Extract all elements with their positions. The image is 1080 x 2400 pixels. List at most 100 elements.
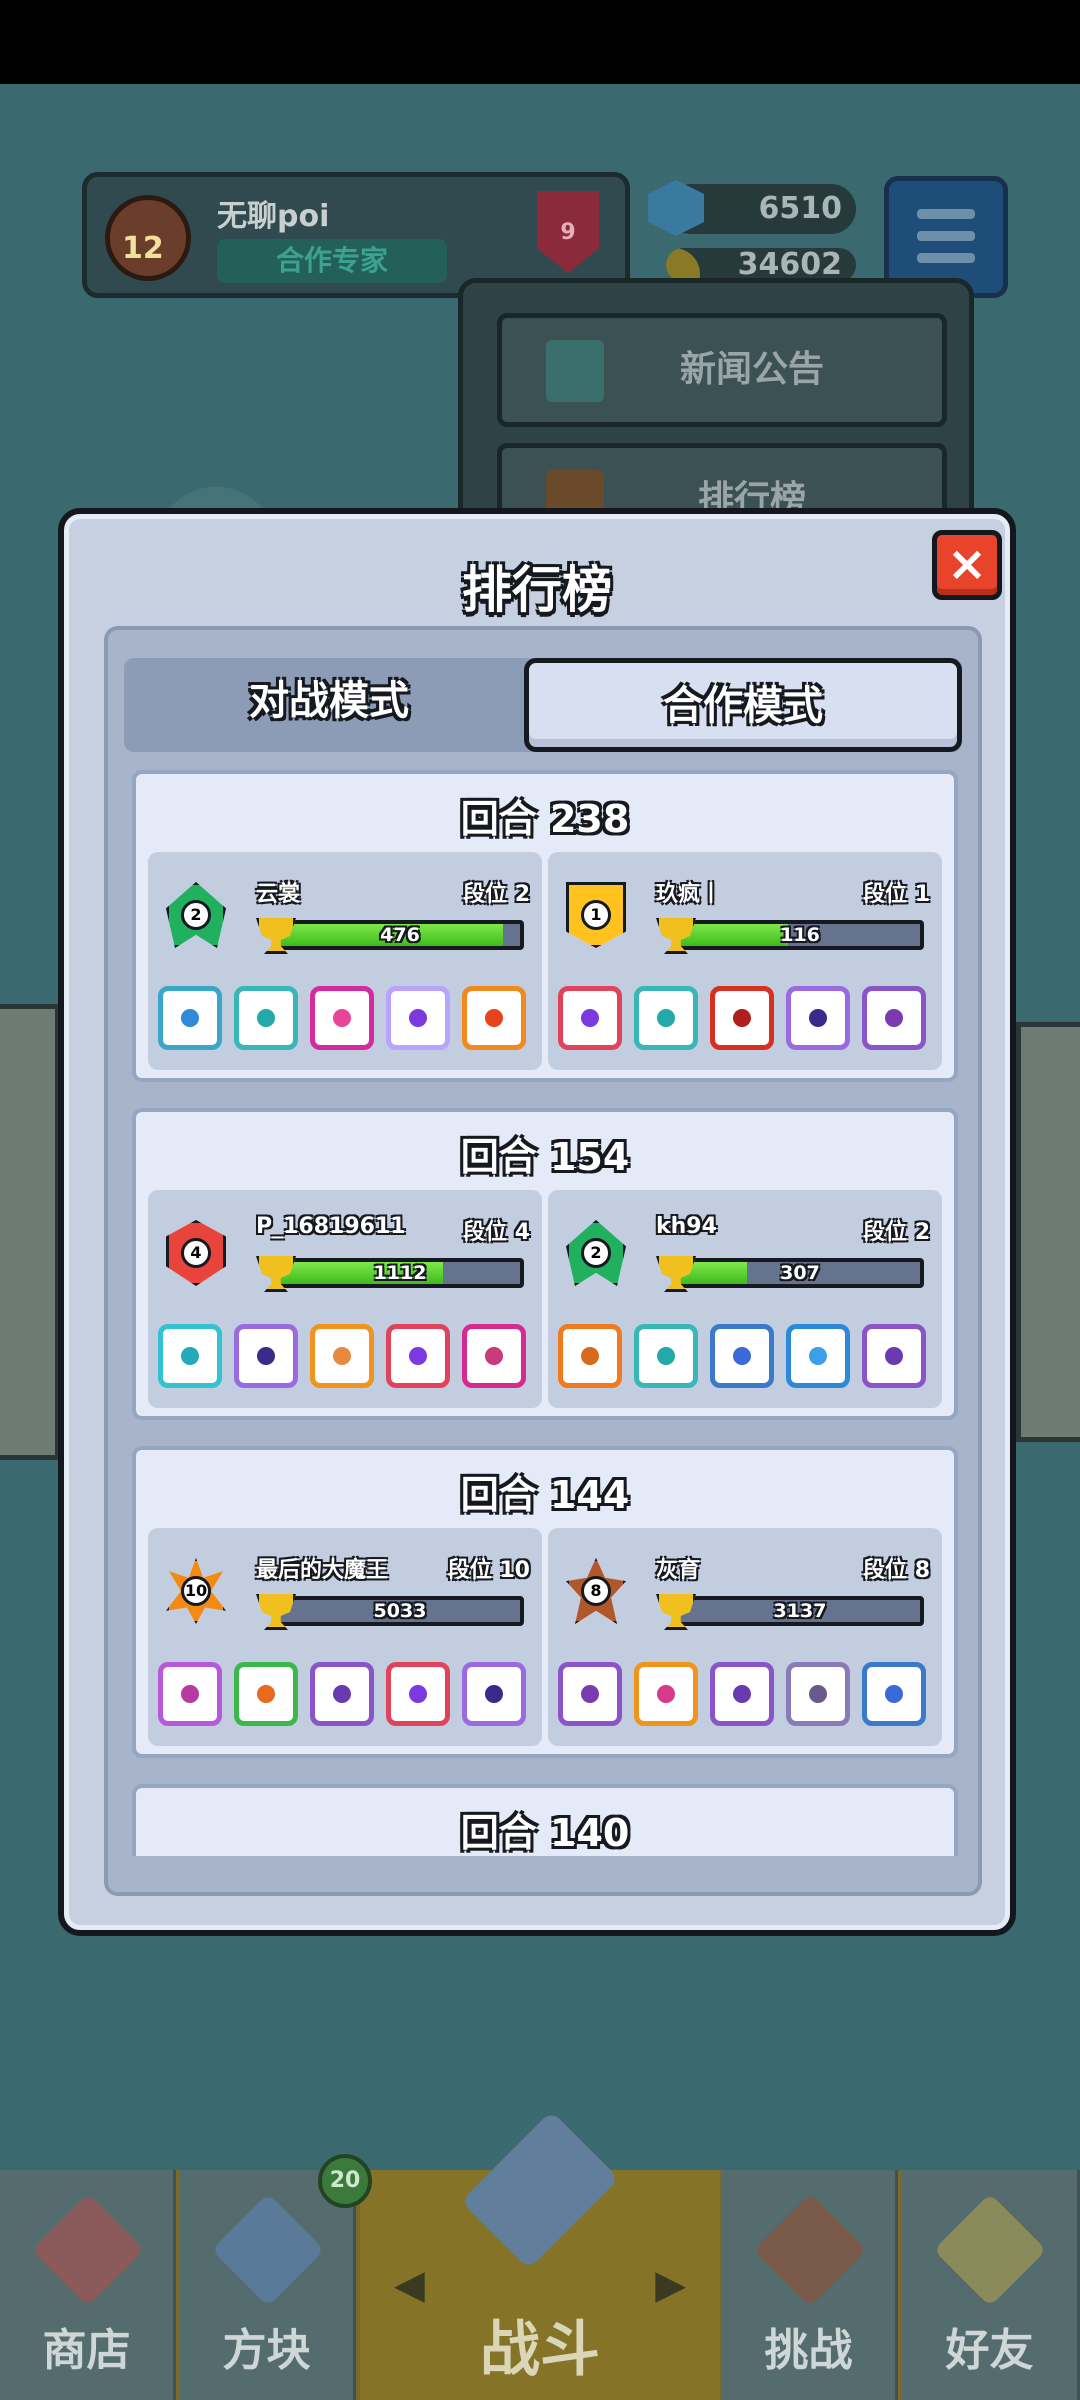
dice-icon[interactable] [634, 1324, 698, 1388]
tab-coop-mode[interactable]: 合作模式 [524, 658, 962, 752]
player-entry[interactable]: 4 P_16819611 段位 4 1112 [148, 1190, 542, 1408]
rank-medal-icon: 4 [166, 1220, 226, 1286]
dice-icon[interactable] [786, 986, 850, 1050]
dice-pip [657, 1685, 675, 1703]
side-panel-right [1016, 1022, 1080, 1442]
dice-icon[interactable] [862, 1324, 926, 1388]
dice-pip [257, 1685, 275, 1703]
score-value: 476 [380, 924, 420, 946]
gems-value: 6510 [758, 191, 843, 226]
score-value: 3137 [773, 1600, 827, 1622]
medal-number: 10 [181, 1576, 211, 1606]
dice-icon[interactable] [386, 1324, 450, 1388]
dice-icon[interactable] [234, 986, 298, 1050]
dice-icon[interactable] [310, 1662, 374, 1726]
dice-icon[interactable] [710, 1324, 774, 1388]
rank-medal-icon: 1 [566, 882, 626, 948]
player-name: kh94 [656, 1214, 717, 1239]
menu-item-news[interactable]: 新闻公告 [497, 313, 947, 427]
player-name: 灰育 [656, 1558, 701, 1583]
profile-name: 无聊poi [217, 199, 330, 234]
dice-icon[interactable] [310, 986, 374, 1050]
player-entry[interactable]: 10 最后的大魔王 段位 10 5033 [148, 1528, 542, 1746]
hamburger-line [917, 253, 975, 263]
dice-icon[interactable] [234, 1662, 298, 1726]
dice-icon[interactable] [710, 1662, 774, 1726]
close-button[interactable]: × [932, 530, 1002, 600]
hamburger-line [917, 231, 975, 241]
dice-icon[interactable] [558, 1662, 622, 1726]
nav-label: 挑战 [764, 2325, 853, 2376]
score-value: 1112 [373, 1262, 427, 1284]
main-menu-dropdown: 新闻公告 排行榜 [458, 278, 974, 557]
dice-icon[interactable] [634, 986, 698, 1050]
coin-icon [666, 248, 700, 282]
score-bar: 5033 [276, 1596, 524, 1626]
rank-medal-icon: 8 [566, 1558, 626, 1624]
player-entry[interactable]: 2 kh94 段位 2 307 [548, 1190, 942, 1408]
nav-tab-challenge[interactable]: 挑战 [722, 2170, 898, 2400]
dice-icon[interactable] [710, 986, 774, 1050]
profile-title: 合作专家 [217, 239, 447, 283]
dice-pip [409, 1009, 427, 1027]
dice-pip [485, 1347, 503, 1365]
blocks-notification-badge: 20 [318, 2154, 372, 2208]
nav-tab-friends[interactable]: 好友 [902, 2170, 1080, 2400]
dice-pip [181, 1347, 199, 1365]
player-name: 最后的大魔王 [256, 1558, 389, 1583]
dice-icon[interactable] [462, 986, 526, 1050]
dice-icon[interactable] [158, 1324, 222, 1388]
player-entry[interactable]: 2 云裳 段位 2 476 [148, 852, 542, 1070]
leaderboard-modal: 排行榜 × 对战模式 合作模式 回合 238 2 云裳 段位 2 476 1 玖疯丨 段位 1… [58, 508, 1016, 1936]
dice-icon[interactable] [462, 1662, 526, 1726]
dice-pip [581, 1347, 599, 1365]
tab-pvp-mode[interactable]: 对战模式 [124, 658, 534, 752]
nav-tab-shop[interactable]: 商店 [0, 2170, 176, 2400]
dice-icon[interactable] [862, 1662, 926, 1726]
dice-icon[interactable] [158, 986, 222, 1050]
dice-deck [558, 986, 934, 1052]
dice-icon[interactable] [862, 986, 926, 1050]
dice-pip [409, 1347, 427, 1365]
dice-icon[interactable] [386, 986, 450, 1050]
player-rank: 段位 2 [863, 1220, 930, 1245]
player-entry[interactable]: 8 灰育 段位 8 3137 [548, 1528, 942, 1746]
dice-pip [885, 1347, 903, 1365]
player-entry[interactable]: 1 玖疯丨 段位 1 116 [548, 852, 942, 1070]
player-name: 云裳 [256, 882, 301, 907]
dice-icon[interactable] [386, 1662, 450, 1726]
player-rank: 段位 8 [863, 1558, 930, 1583]
dice-icon[interactable] [558, 1324, 622, 1388]
dice-icon[interactable] [234, 1324, 298, 1388]
dice-icon[interactable] [158, 1662, 222, 1726]
status-bar [0, 0, 1080, 84]
nav-label: 好友 [945, 2325, 1034, 2376]
bottom-navigation: 商店 方块 ◀ ▶ 战斗 挑战 好友 [0, 2110, 1080, 2400]
nav-tab-battle[interactable]: ◀ ▶ 战斗 [360, 2110, 720, 2400]
castle-icon [753, 2193, 867, 2307]
nav-tab-blocks[interactable]: 方块 [180, 2170, 356, 2400]
close-icon: × [946, 536, 988, 592]
dice-icon[interactable] [634, 1662, 698, 1726]
rank-medal-icon: 2 [566, 1220, 626, 1286]
medal-number: 1 [581, 900, 611, 930]
dice-icon[interactable] [462, 1324, 526, 1388]
dice-icon[interactable] [310, 1324, 374, 1388]
dice-icon[interactable] [786, 1324, 850, 1388]
round-card: 回合 154 4 P_16819611 段位 4 1112 2 kh94 段位 2 307 [132, 1108, 958, 1420]
score-value: 307 [780, 1262, 820, 1284]
round-title: 回合 154 [460, 1135, 630, 1179]
player-rank: 段位 4 [463, 1220, 530, 1245]
dice-pip [657, 1009, 675, 1027]
dice-icon[interactable] [558, 986, 622, 1050]
dice-deck [558, 1324, 934, 1390]
modal-title: 排行榜 [462, 561, 612, 619]
dice-pip [809, 1347, 827, 1365]
dice-deck [158, 1324, 534, 1390]
side-panel-left [0, 1004, 60, 1460]
score-bar: 116 [676, 920, 924, 950]
leaderboard-list[interactable]: 回合 238 2 云裳 段位 2 476 1 玖疯丨 段位 1 116 回合 154 4 P_1681… [132, 770, 958, 1856]
dice-pip [809, 1009, 827, 1027]
dice-icon[interactable] [786, 1662, 850, 1726]
dice-pip [333, 1347, 351, 1365]
